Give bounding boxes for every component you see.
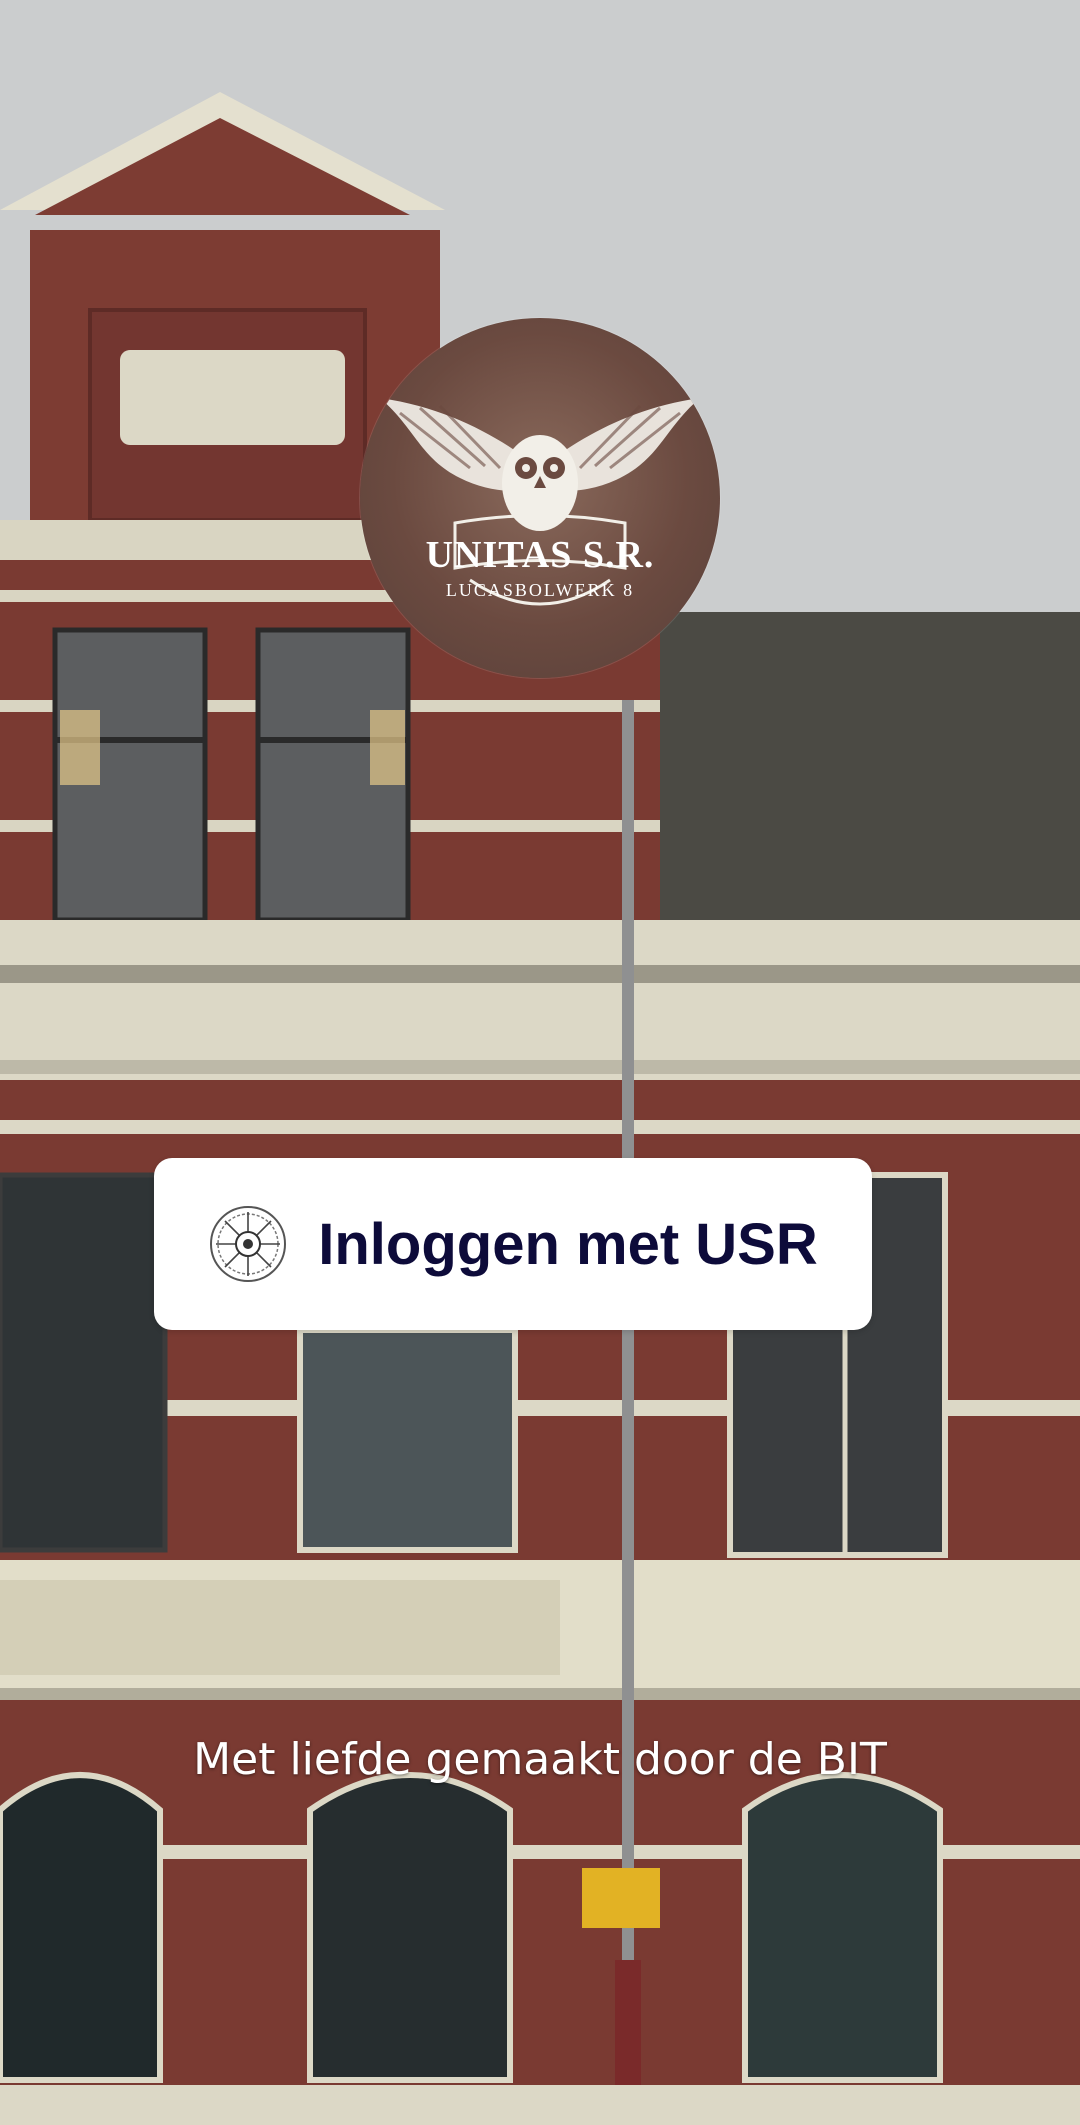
association-logo: UNITAS S.R. LUCASBOLWERK 8 [360,318,720,678]
login-button-label: Inloggen met USR [318,1211,818,1277]
owl-wings-emblem-icon [380,398,700,606]
logo-subtitle: LUCASBOLWERK 8 [445,580,635,600]
footer-credit: Met liefde gemaakt door de BIT [193,1734,887,1785]
usr-seal-icon [210,1206,287,1282]
login-with-usr-button[interactable]: Inloggen met USR [154,1158,872,1330]
logo-title: UNITAS S.R. [425,534,655,576]
